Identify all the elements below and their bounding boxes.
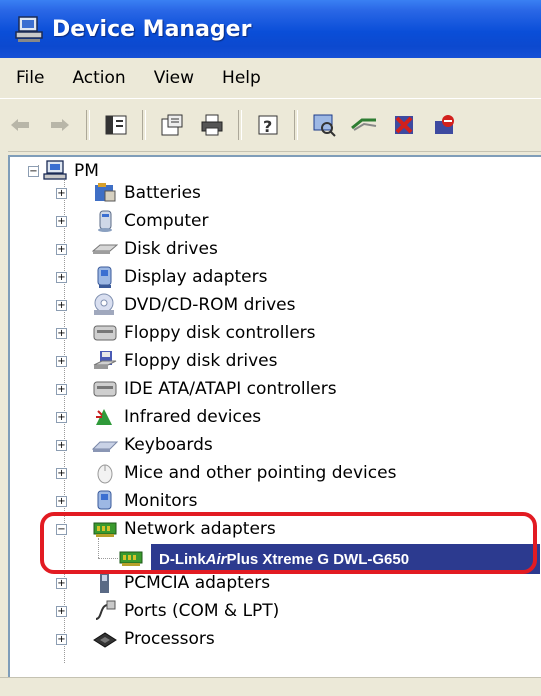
toolbar-separator bbox=[142, 110, 146, 140]
menu-help[interactable]: Help bbox=[208, 68, 275, 88]
device-manager-icon bbox=[15, 16, 43, 42]
disable-icon[interactable] bbox=[430, 111, 458, 139]
expand-toggle[interactable]: + bbox=[56, 272, 67, 283]
network-adapter-icon bbox=[93, 522, 117, 537]
pcmcia-icon bbox=[100, 573, 109, 593]
keyboard-icon bbox=[92, 441, 118, 452]
tree-root-label: PM bbox=[74, 161, 99, 181]
properties-icon[interactable] bbox=[158, 111, 186, 139]
mouse-icon bbox=[97, 464, 113, 484]
tree-category-label: Floppy disk controllers bbox=[124, 323, 316, 343]
tree-category[interactable]: + Batteries bbox=[56, 180, 201, 206]
title-bar[interactable]: Device Manager bbox=[0, 0, 541, 58]
ide-controller-icon bbox=[93, 381, 117, 397]
toolbar-separator bbox=[238, 110, 242, 140]
device-manager-window: Device Manager File Action View Help ? −… bbox=[0, 0, 541, 696]
tree-category[interactable]: + IDE ATA/ATAPI controllers bbox=[56, 376, 337, 402]
expand-toggle[interactable]: + bbox=[56, 634, 67, 645]
tree-category[interactable]: + Mice and other pointing devices bbox=[56, 460, 396, 486]
forward-arrow-icon[interactable] bbox=[46, 111, 74, 139]
tree-category-label: Network adapters bbox=[124, 519, 276, 539]
infrared-icon bbox=[96, 409, 112, 425]
show-hide-tree-icon[interactable] bbox=[102, 111, 130, 139]
tree-category[interactable]: + Processors bbox=[56, 626, 215, 652]
tree-category[interactable]: + DVD/CD-ROM drives bbox=[56, 292, 295, 318]
tree-category[interactable]: + Disk drives bbox=[56, 236, 218, 262]
device-name-italic: Air bbox=[205, 550, 227, 568]
uninstall-icon[interactable] bbox=[390, 111, 418, 139]
tree-category[interactable]: + Computer bbox=[56, 208, 209, 234]
tree-connector bbox=[98, 558, 118, 559]
expand-toggle[interactable]: + bbox=[56, 188, 67, 199]
menu-action[interactable]: Action bbox=[58, 68, 139, 88]
print-icon[interactable] bbox=[198, 111, 226, 139]
toolbar-separator bbox=[294, 110, 298, 140]
expand-toggle[interactable]: + bbox=[56, 412, 67, 423]
disk-drive-icon bbox=[92, 244, 118, 254]
tree-category[interactable]: + Ports (COM & LPT) bbox=[56, 598, 279, 624]
battery-icon bbox=[95, 183, 116, 202]
device-name-suffix: Plus Xtreme G DWL-G650 bbox=[226, 550, 410, 568]
tree-category-label: Keyboards bbox=[124, 435, 213, 455]
expand-toggle[interactable]: + bbox=[56, 300, 67, 311]
expand-toggle[interactable]: + bbox=[56, 468, 67, 479]
tree-category-label: Disk drives bbox=[124, 239, 218, 259]
window-title: Device Manager bbox=[52, 16, 252, 42]
scan-hardware-icon[interactable] bbox=[310, 111, 338, 139]
tree-category-expanded[interactable]: − Network adapters bbox=[56, 516, 276, 542]
menu-file[interactable]: File bbox=[0, 68, 58, 88]
toolbar-separator bbox=[86, 110, 90, 140]
monitor-icon bbox=[97, 490, 112, 510]
tree-category-label: Monitors bbox=[124, 491, 198, 511]
menu-bar: File Action View Help bbox=[0, 58, 541, 98]
cdrom-icon bbox=[94, 293, 114, 315]
collapse-toggle[interactable]: − bbox=[28, 166, 39, 177]
collapse-toggle[interactable]: − bbox=[56, 524, 67, 535]
tree-category[interactable]: + Floppy disk drives bbox=[56, 348, 277, 374]
expand-toggle[interactable]: + bbox=[56, 328, 67, 339]
update-driver-icon[interactable] bbox=[350, 111, 378, 139]
port-icon bbox=[95, 600, 116, 620]
tree-category-label: Processors bbox=[124, 629, 215, 649]
tree-category-label: IDE ATA/ATAPI controllers bbox=[124, 379, 337, 399]
controller-icon bbox=[93, 325, 117, 341]
tree-category[interactable]: + Monitors bbox=[56, 488, 197, 514]
expand-toggle[interactable]: + bbox=[56, 606, 67, 617]
tree-category-label: Batteries bbox=[124, 183, 201, 203]
help-icon[interactable]: ? bbox=[254, 111, 282, 139]
tree-category-label: Display adapters bbox=[124, 267, 268, 287]
expand-toggle[interactable]: + bbox=[56, 356, 67, 367]
device-name-prefix: D-Link bbox=[159, 550, 206, 568]
tree-category-label: Floppy disk drives bbox=[124, 351, 278, 371]
tree-category[interactable]: + Display adapters bbox=[56, 264, 267, 290]
tree-category-label: Infrared devices bbox=[124, 407, 262, 427]
expand-toggle[interactable]: + bbox=[56, 384, 67, 395]
tree-category-label: PCMCIA adapters bbox=[124, 573, 271, 593]
left-pane-edge bbox=[0, 150, 8, 677]
tree-category[interactable]: + Floppy disk controllers bbox=[56, 320, 316, 346]
expand-toggle[interactable]: + bbox=[56, 496, 67, 507]
svg-text:?: ? bbox=[263, 117, 272, 136]
tree-category-label: Computer bbox=[124, 211, 209, 231]
tree-category[interactable]: + Keyboards bbox=[56, 432, 213, 458]
display-adapter-icon bbox=[97, 266, 112, 288]
tree-category[interactable]: + Infrared devices bbox=[56, 404, 261, 430]
back-arrow-icon[interactable] bbox=[6, 111, 34, 139]
floppy-icon bbox=[93, 351, 117, 369]
menu-view[interactable]: View bbox=[140, 68, 208, 88]
computer-icon bbox=[98, 210, 112, 232]
status-bar bbox=[0, 677, 541, 696]
tree-category-label: Ports (COM & LPT) bbox=[124, 601, 280, 621]
toolbar: ? bbox=[0, 98, 541, 152]
expand-toggle[interactable]: + bbox=[56, 440, 67, 451]
tree-category-label: DVD/CD-ROM drives bbox=[124, 295, 296, 315]
tree-category-label: Mice and other pointing devices bbox=[124, 463, 397, 483]
network-adapter-icon bbox=[119, 551, 143, 566]
expand-toggle[interactable]: + bbox=[56, 578, 67, 589]
processor-icon bbox=[93, 632, 117, 648]
expand-toggle[interactable]: + bbox=[56, 244, 67, 255]
tree-category[interactable]: + PCMCIA adapters bbox=[56, 570, 270, 596]
expand-toggle[interactable]: + bbox=[56, 216, 67, 227]
